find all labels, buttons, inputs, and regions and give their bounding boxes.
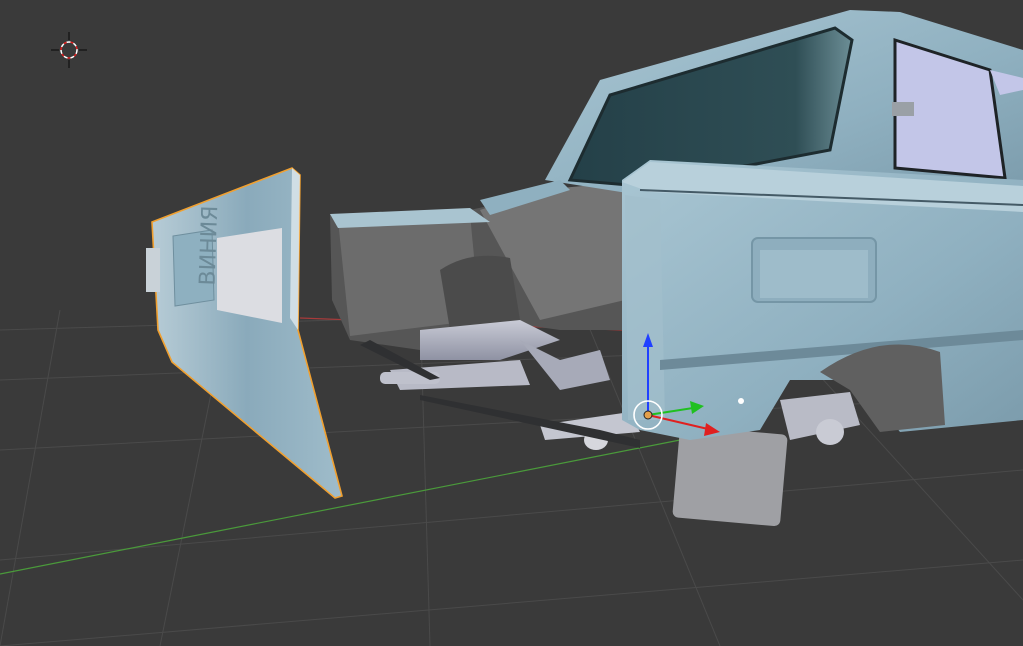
y-axis-line — [0, 439, 681, 575]
front-panel-selected[interactable]: ВИНИЯ — [146, 167, 343, 499]
viewport-canvas[interactable]: ВИНИЯ — [0, 0, 1023, 646]
3d-cursor-icon[interactable] — [51, 32, 87, 68]
object-origin-dot[interactable] — [738, 398, 744, 404]
license-plate-text: ВИНИЯ — [195, 205, 223, 286]
3d-viewport[interactable]: ВИНИЯ — [0, 0, 1023, 646]
